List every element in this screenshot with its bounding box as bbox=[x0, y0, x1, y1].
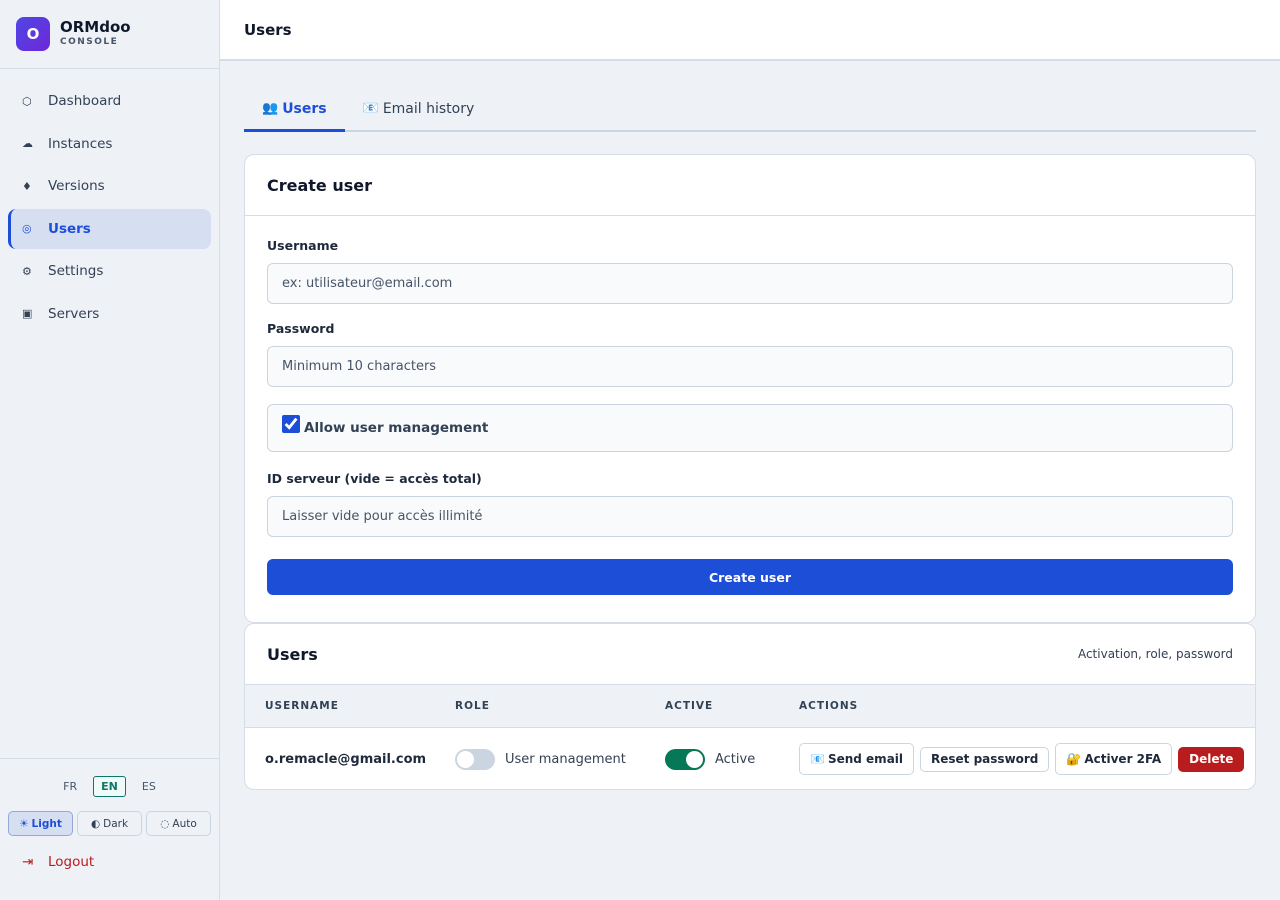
language-es[interactable]: ES bbox=[134, 776, 164, 797]
username-label: Username bbox=[267, 238, 339, 253]
row-actions: 📧 Send email Reset password 🔐 Activer 2F… bbox=[799, 743, 1255, 775]
theme-auto-button[interactable]: ◌ Auto bbox=[146, 811, 211, 836]
theme-light-button[interactable]: ☀ Light bbox=[8, 811, 73, 836]
theme-label: Light bbox=[31, 817, 62, 830]
theme-label: Auto bbox=[172, 817, 197, 830]
gear-icon: ⚙ bbox=[22, 264, 32, 278]
users-list-subtitle: Activation, role, password bbox=[1077, 647, 1233, 661]
server-icon: ▣ bbox=[22, 307, 33, 320]
sidebar-item-label: Versions bbox=[48, 178, 105, 194]
main-content: 👥 Users 📧 Email history Create user User… bbox=[244, 61, 1256, 790]
tab-email-history[interactable]: 📧 Email history bbox=[345, 94, 493, 130]
tab-bar: 👥 Users 📧 Email history bbox=[244, 94, 1256, 132]
theme-dark-button[interactable]: ◐ Dark bbox=[77, 811, 142, 836]
column-header-username: USERNAME bbox=[265, 700, 339, 712]
sidebar-item-versions[interactable]: ♦ Versions bbox=[8, 166, 211, 206]
send-email-button[interactable]: 📧 Send email bbox=[799, 743, 915, 775]
create-user-title: Create user bbox=[267, 175, 373, 195]
sidebar-item-users[interactable]: ◎ Users bbox=[8, 208, 211, 249]
enable-2fa-button[interactable]: 🔐 Activer 2FA bbox=[1055, 743, 1173, 775]
sidebar-item-instances[interactable]: ☁ Instances bbox=[8, 124, 211, 164]
logout-button[interactable]: ⇥ Logout bbox=[0, 854, 219, 870]
password-input[interactable] bbox=[267, 346, 1233, 387]
column-header-active: ACTIVE bbox=[665, 700, 714, 712]
sidebar: O ORMdoo CONSOLE ⬡ Dashboard ☁ Instances… bbox=[0, 0, 220, 900]
theme-switcher: ☀ Light ◐ Dark ◌ Auto bbox=[0, 811, 219, 836]
create-user-button[interactable]: Create user bbox=[267, 559, 1233, 595]
email-icon: 📧 bbox=[362, 101, 379, 116]
diamond-icon: ♦ bbox=[22, 179, 32, 193]
sidebar-item-label: Users bbox=[48, 220, 91, 237]
language-fr[interactable]: FR bbox=[55, 776, 85, 797]
topbar: Users bbox=[220, 0, 1280, 61]
language-en[interactable]: EN bbox=[93, 776, 126, 797]
allow-management-checkbox[interactable] bbox=[282, 415, 300, 433]
sidebar-footer: FR EN ES ☀ Light ◐ Dark ◌ Auto ⇥ Logout bbox=[0, 758, 219, 900]
allow-management-label: Allow user management bbox=[304, 420, 489, 436]
email-icon: 📧 bbox=[810, 752, 825, 766]
active-toggle[interactable] bbox=[665, 748, 705, 770]
card-header: Users Activation, role, password bbox=[245, 624, 1255, 685]
tab-label: Email history bbox=[382, 101, 475, 117]
toggle-knob bbox=[686, 750, 703, 768]
cloud-icon: ☁ bbox=[22, 137, 33, 150]
username-input[interactable] bbox=[267, 263, 1233, 304]
send-email-label: Send email bbox=[827, 752, 904, 766]
page-title: Users bbox=[244, 20, 292, 39]
server-id-label: ID serveur (vide = accès total) bbox=[267, 471, 482, 486]
users-list-card: Users Activation, role, password USERNAM… bbox=[244, 623, 1256, 790]
logout-label: Logout bbox=[48, 854, 95, 870]
language-switcher: FR EN ES bbox=[0, 776, 219, 797]
sidebar-item-label: Instances bbox=[48, 135, 113, 152]
half-circle-icon: ◐ bbox=[90, 817, 101, 830]
password-label: Password bbox=[267, 321, 335, 336]
delete-user-button[interactable]: Delete bbox=[1178, 746, 1245, 772]
theme-label: Dark bbox=[103, 817, 129, 830]
create-user-card: Create user Username Password Allow user… bbox=[244, 154, 1256, 623]
tab-users[interactable]: 👥 Users bbox=[244, 94, 345, 132]
sun-icon: ☀ bbox=[19, 817, 29, 830]
table-row: o.remacle@gmail.com User management Acti… bbox=[245, 728, 1255, 789]
allow-management-row: Allow user management bbox=[267, 404, 1233, 452]
users-icon: 👥 bbox=[262, 101, 279, 116]
sidebar-item-label: Dashboard bbox=[48, 93, 122, 109]
auto-icon: ◌ bbox=[160, 817, 170, 830]
active-label: Active bbox=[715, 751, 756, 767]
card-header: Create user bbox=[245, 155, 1255, 216]
hexagon-icon: ⬡ bbox=[22, 94, 32, 108]
tab-label: Users bbox=[282, 101, 327, 117]
reset-password-button[interactable]: Reset password bbox=[920, 746, 1050, 772]
sidebar-item-settings[interactable]: ⚙ Settings bbox=[8, 251, 211, 291]
target-icon: ◎ bbox=[22, 222, 32, 235]
sidebar-item-label: Settings bbox=[48, 263, 104, 279]
column-header-actions: ACTIONS bbox=[799, 700, 859, 712]
sidebar-item-label: Servers bbox=[48, 305, 100, 322]
logout-icon: ⇥ bbox=[22, 854, 34, 870]
toggle-knob bbox=[457, 750, 474, 768]
users-list-title: Users bbox=[267, 644, 318, 664]
sidebar-item-dashboard[interactable]: ⬡ Dashboard bbox=[8, 81, 211, 121]
role-label: User management bbox=[505, 751, 626, 767]
brand-subtitle: CONSOLE bbox=[60, 37, 119, 47]
server-id-input[interactable] bbox=[267, 496, 1233, 537]
create-user-form: Username Password Allow user management … bbox=[245, 216, 1255, 595]
row-username: o.remacle@gmail.com bbox=[265, 751, 427, 767]
logo-icon: O bbox=[16, 17, 50, 51]
role-toggle[interactable] bbox=[455, 748, 495, 770]
column-header-role: ROLE bbox=[455, 700, 490, 712]
enable-2fa-label: Activer 2FA bbox=[1084, 752, 1162, 766]
lock-icon: 🔐 bbox=[1066, 752, 1082, 766]
brand: O ORMdoo CONSOLE bbox=[0, 0, 219, 69]
table-header: USERNAME ROLE ACTIVE ACTIONS bbox=[245, 685, 1255, 728]
sidebar-item-servers[interactable]: ▣ Servers bbox=[8, 294, 211, 334]
brand-name: ORMdoo bbox=[60, 18, 131, 36]
sidebar-nav: ⬡ Dashboard ☁ Instances ♦ Versions ◎ Use… bbox=[0, 81, 219, 334]
